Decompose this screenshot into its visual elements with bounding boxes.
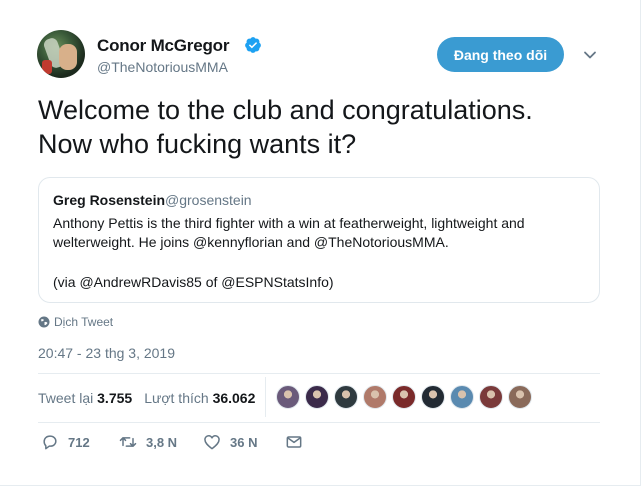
like-button[interactable]: 36 N xyxy=(202,432,284,452)
retweet-stat[interactable]: Tweet lại 3.755 xyxy=(38,390,132,406)
author-avatar[interactable] xyxy=(37,30,85,78)
liker-avatar[interactable] xyxy=(450,385,474,409)
translate-label: Dịch Tweet xyxy=(54,315,114,329)
quoted-tweet[interactable]: Greg Rosenstein @grosenstein Anthony Pet… xyxy=(38,177,600,303)
quoted-tweet-text: Anthony Pettis is the third fighter with… xyxy=(53,215,525,250)
translate-tweet-link[interactable]: Dịch Tweet xyxy=(38,315,113,329)
liker-avatar[interactable] xyxy=(392,385,416,409)
like-stat-label: Lượt thích xyxy=(144,390,209,406)
divider xyxy=(38,422,600,423)
quoted-author-name: Greg Rosenstein xyxy=(53,192,166,208)
liker-avatar[interactable] xyxy=(421,385,445,409)
retweet-icon xyxy=(119,437,137,447)
liker-avatar[interactable] xyxy=(479,385,503,409)
divider xyxy=(265,377,266,417)
liker-avatar[interactable] xyxy=(305,385,329,409)
quoted-author-handle: @grosenstein xyxy=(165,192,252,208)
heart-icon xyxy=(204,435,220,450)
tweet-text-line-2: Now who fucking wants it? xyxy=(38,129,357,159)
like-stat[interactable]: Lượt thích 36.062 xyxy=(144,390,255,406)
liker-avatar[interactable] xyxy=(334,385,358,409)
envelope-icon xyxy=(286,436,302,448)
retweet-stat-label: Tweet lại xyxy=(38,390,94,406)
author-name[interactable]: Conor McGregor xyxy=(97,36,229,56)
retweet-button[interactable]: 3,8 N xyxy=(118,432,202,452)
reply-count: 712 xyxy=(68,434,90,450)
divider xyxy=(38,373,600,374)
retweet-count: 3,8 N xyxy=(146,434,178,450)
liker-avatars xyxy=(276,385,532,409)
direct-message-button[interactable] xyxy=(284,432,304,452)
retweet-stat-value: 3.755 xyxy=(97,390,133,406)
tweet-actions: 712 3,8 N 36 N xyxy=(40,432,304,452)
like-stat-value: 36.062 xyxy=(212,390,256,406)
liker-avatar[interactable] xyxy=(276,385,300,409)
tweet-text-line-1: Welcome to the club and congratulations. xyxy=(38,95,533,125)
tweet-card: Conor McGregor @TheNotoriousMMA Đang the… xyxy=(0,0,641,486)
engagement-stats: Tweet lại 3.755 Lượt thích 36.062 xyxy=(38,390,255,406)
like-count: 36 N xyxy=(230,434,258,450)
liker-avatar[interactable] xyxy=(363,385,387,409)
reply-icon xyxy=(43,435,57,450)
liker-avatar[interactable] xyxy=(508,385,532,409)
quoted-tweet-via: (via @AndrewRDavis85 of @ESPNStatsInfo) xyxy=(53,274,334,290)
globe-icon xyxy=(38,316,50,328)
chevron-down-icon[interactable] xyxy=(582,47,598,63)
following-button[interactable]: Đang theo dõi xyxy=(437,37,564,72)
reply-button[interactable]: 712 xyxy=(40,432,118,452)
verified-badge-icon xyxy=(245,37,261,53)
tweet-timestamp[interactable]: 20:47 - 23 thg 3, 2019 xyxy=(38,345,175,361)
tweet-text: Welcome to the club and congratulations.… xyxy=(38,93,618,161)
author-handle[interactable]: @TheNotoriousMMA xyxy=(97,59,228,75)
